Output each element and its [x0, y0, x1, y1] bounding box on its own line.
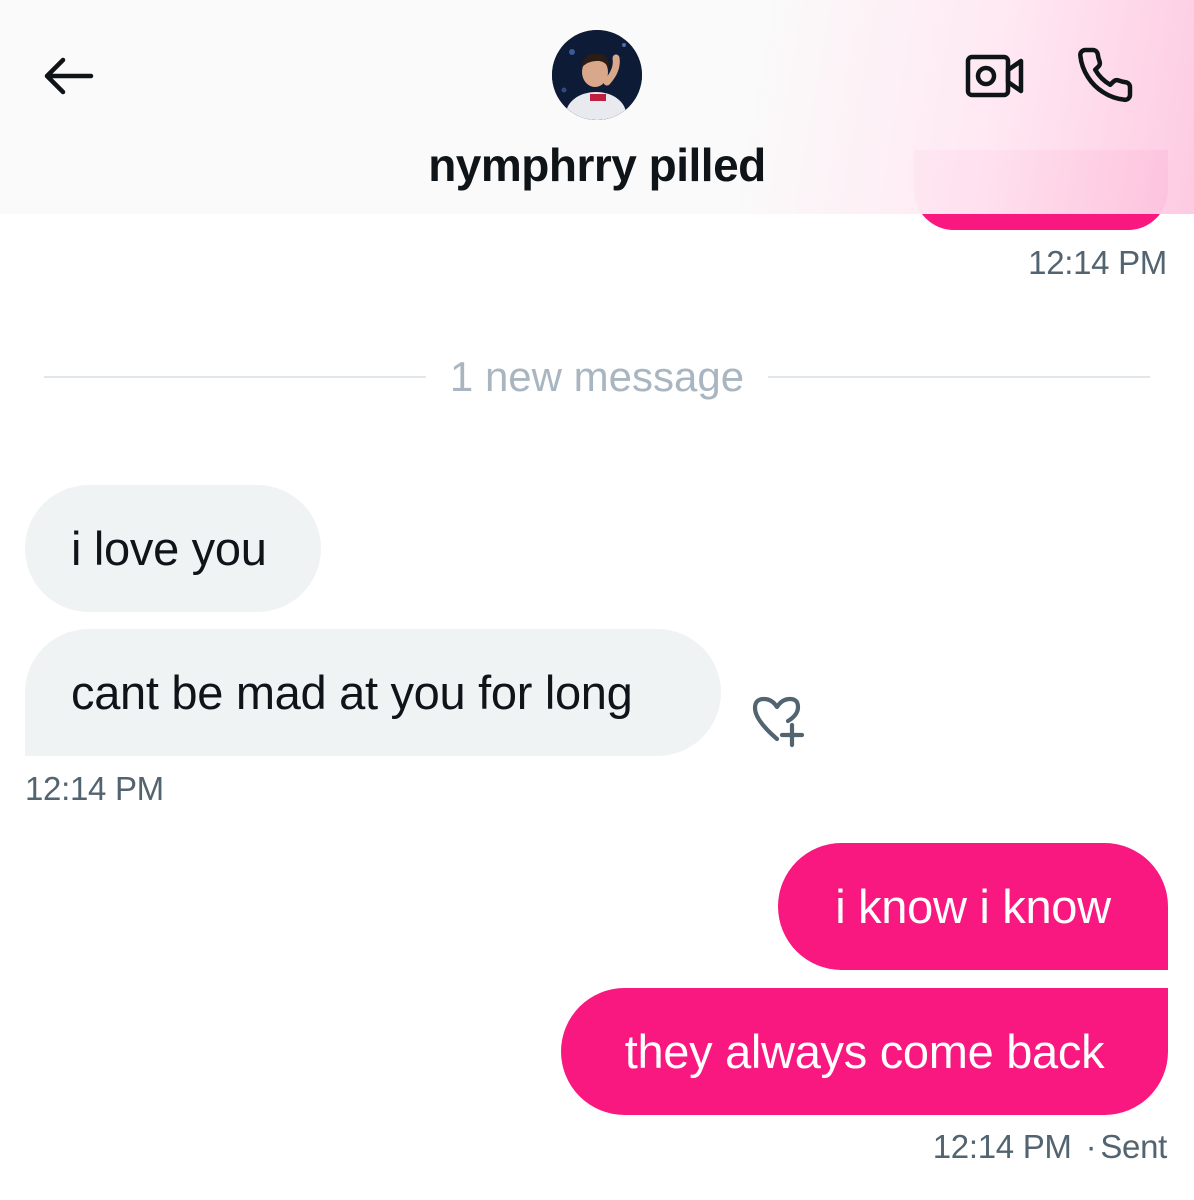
avatar[interactable] [552, 30, 642, 120]
outgoing-message[interactable]: i know i know [778, 843, 1168, 970]
status-separator: · [1085, 1128, 1097, 1165]
incoming-message[interactable]: cant be mad at you for long [25, 629, 721, 756]
divider-line [768, 376, 1151, 378]
message-status-line: 12:14 PM · Sent [932, 1128, 1168, 1166]
add-reaction-button[interactable] [746, 694, 812, 750]
arrow-left-icon [44, 57, 94, 95]
new-message-label: 1 new message [449, 353, 745, 400]
outgoing-message[interactable]: they always come back [561, 988, 1168, 1115]
message-timestamp: 12:14 PM [25, 770, 164, 807]
divider-line [44, 376, 426, 378]
conversation-header: nymphrry pilled [0, 0, 1194, 214]
back-button[interactable] [38, 48, 98, 104]
phone-icon [1078, 47, 1133, 103]
message-timestamp: 12:14 PM [932, 1128, 1072, 1165]
video-camera-icon [965, 54, 1024, 98]
contact-name[interactable]: nymphrry pilled [0, 138, 1194, 192]
new-message-divider: 1 new message [44, 347, 1151, 407]
heart-plus-icon [752, 696, 805, 748]
voice-call-button[interactable] [1070, 42, 1140, 108]
video-call-button[interactable] [962, 48, 1028, 104]
avatar-image [552, 30, 642, 120]
sent-status: Sent [1100, 1128, 1167, 1165]
message-timestamp: 12:14 PM [1028, 244, 1167, 281]
dm-conversation: nymphrry pilled 12:14 PM 1 new message i… [0, 0, 1194, 1200]
incoming-message[interactable]: i love you [25, 485, 321, 612]
